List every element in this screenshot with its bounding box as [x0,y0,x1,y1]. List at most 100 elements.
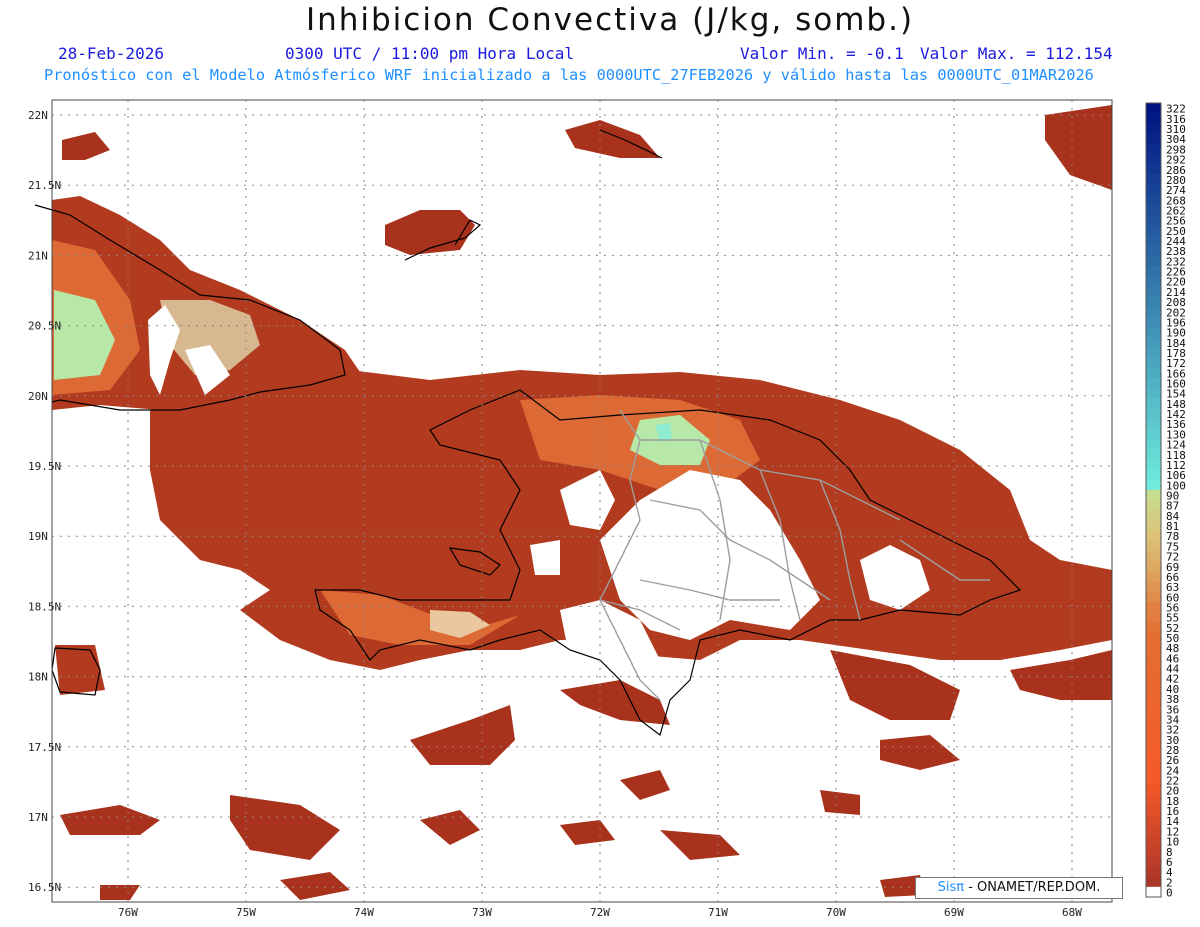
lat-tick-label: 17.5N [28,741,61,754]
colorbar-swatch [1146,683,1161,694]
colorbar-swatch [1146,856,1161,867]
colorbar-swatch [1146,337,1161,348]
colorbar-swatch [1146,388,1161,399]
colorbar-swatch [1146,113,1161,124]
lon-tick-label: 68W [1062,906,1082,919]
colorbar-swatch [1146,103,1161,114]
colorbar-swatch [1146,357,1161,369]
cin-region-south-10 [620,770,670,800]
colorbar-swatch [1146,693,1161,705]
colorbar-swatch [1146,225,1161,236]
cin-region-ne-corner [1045,105,1112,190]
map-canvas: 22N 21.5N 21N 20.5N 20N 19.5N 19N 18.5N 18N 17.5N… [28,99,1186,919]
colorbar-swatch [1146,438,1161,450]
colorbar-swatch [1146,723,1161,735]
lon-tick-label: 73W [472,906,492,919]
colorbar-swatch [1146,306,1161,318]
colorbar-swatch [1146,764,1161,776]
cin-region-south-3 [830,650,960,720]
colorbar-swatch [1146,184,1161,196]
cin-region-south-4 [1010,650,1112,700]
credit-box: Sisπ - ONAMET/REP.DOM. [915,877,1123,899]
colorbar-swatch [1146,133,1161,145]
colorbar-swatch [1146,754,1161,766]
cin-region-south-5 [880,735,960,770]
colorbar-swatch [1146,632,1161,644]
cin-region-south-8 [420,810,480,845]
colorbar-swatch [1146,164,1161,175]
colorbar: 3223163103042982922862802742682622562502… [1145,102,1186,900]
colorbar-swatch [1146,886,1161,898]
cin-region-south-6 [60,805,160,835]
colorbar-swatch [1146,571,1161,582]
cin-region-north-islands [565,120,660,158]
cin-gap-haiti-2 [530,540,560,575]
lat-tick-label: 22N [28,109,48,122]
colorbar-swatch [1146,703,1161,715]
cin-region-jamaica [55,645,105,695]
colorbar-swatch [1146,428,1161,440]
credit-text: - ONAMET/REP.DOM. [968,880,1101,895]
lat-tick-label: 19.5N [28,460,61,473]
cin-region-nw-corner [62,132,110,160]
cin-region-south-1 [410,705,515,765]
colorbar-swatch [1146,785,1161,796]
colorbar-swatch [1146,866,1161,878]
lat-tick-label: 16.5N [28,881,61,894]
lat-tick-label: 18N [28,671,48,684]
colorbar-swatch [1146,550,1161,562]
colorbar-swatch [1146,398,1161,409]
lat-tick-label: 20.5N [28,320,61,333]
colorbar-swatch [1146,459,1161,470]
colorbar-swatch [1146,611,1161,623]
cin-region-south-12 [820,790,860,815]
colorbar-swatch [1146,245,1161,257]
colorbar-swatch [1146,377,1161,389]
colorbar-swatch [1146,581,1161,593]
lon-tick-label: 75W [236,906,256,919]
lat-tick-label: 21.5N [28,179,61,192]
colorbar-swatch [1146,825,1161,837]
colorbar-swatch [1146,174,1161,185]
colorbar-swatch [1146,622,1161,633]
colorbar-swatch [1146,347,1161,358]
colorbar-swatch [1146,143,1161,155]
lat-tick-label: 20N [28,390,48,403]
cin-region-south-15 [280,872,350,900]
colorbar-swatch [1146,255,1161,267]
cin-region-south-9 [560,820,615,845]
colorbar-swatch [1146,469,1161,481]
colorbar-swatch [1146,510,1161,521]
sispi-logo: Sisπ [937,880,965,895]
colorbar-swatch [1146,408,1161,420]
colorbar-swatch [1146,805,1161,817]
lat-tick-label: 17N [28,811,48,824]
lon-tick-label: 74W [354,906,374,919]
colorbar-swatch [1146,561,1161,572]
cin-region-south-11 [660,830,740,860]
colorbar-swatch [1146,642,1161,654]
colorbar-swatch [1146,204,1161,216]
colorbar-swatch [1146,367,1161,379]
colorbar-swatch [1146,835,1161,847]
cin-field-layer [34,105,1112,900]
colorbar-swatch [1146,815,1161,827]
colorbar-swatch [1146,500,1161,511]
colorbar-swatch [1146,418,1161,430]
colorbar-swatch [1146,601,1161,613]
colorbar-swatch [1146,214,1161,226]
colorbar-swatch [1146,774,1161,786]
colorbar-swatch [1146,326,1161,338]
lat-tick-label: 19N [28,530,48,543]
lon-tick-label: 72W [590,906,610,919]
colorbar-swatch [1146,540,1161,552]
colorbar-swatch [1146,194,1161,206]
lon-tick-label: 70W [826,906,846,919]
colorbar-swatch [1146,673,1161,684]
colorbar-swatch [1146,734,1161,745]
lat-tick-label: 21N [28,249,48,262]
colorbar-swatch [1146,123,1161,135]
lon-tick-label: 76W [118,906,138,919]
colorbar-swatch [1146,265,1161,277]
colorbar-swatch [1146,449,1161,460]
